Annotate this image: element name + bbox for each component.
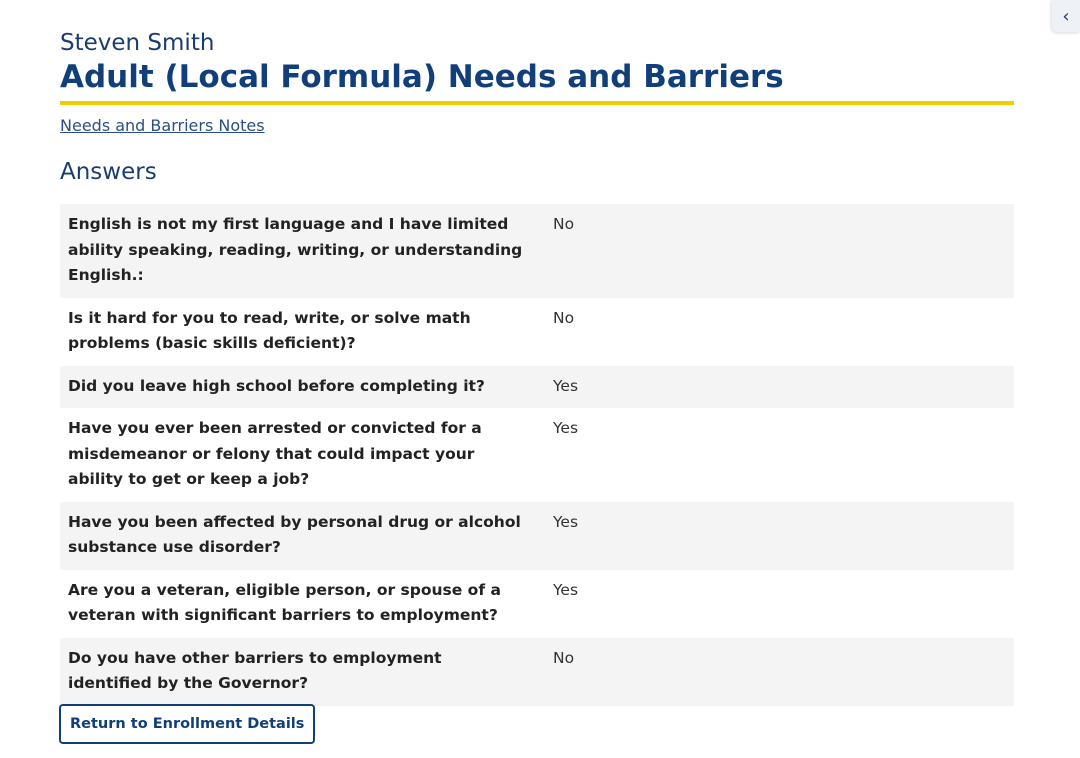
- person-name: Steven Smith: [60, 30, 215, 56]
- answer-value: No: [553, 308, 575, 327]
- return-to-enrollment-button[interactable]: Return to Enrollment Details: [59, 704, 316, 744]
- answer-row: Is it hard for you to read, write, or so…: [60, 297, 1014, 366]
- sidebar-toggle[interactable]: ‹: [1052, 0, 1080, 32]
- answer-row: Do you have other barriers to employment…: [60, 637, 1014, 706]
- chevron-left-icon: ‹: [1062, 5, 1070, 27]
- answer-row: English is not my first language and I h…: [60, 204, 1014, 298]
- question-label: Do you have other barriers to employment…: [68, 648, 442, 693]
- answer-row: Have you ever been arrested or convicted…: [60, 408, 1014, 502]
- question-label: Is it hard for you to read, write, or so…: [68, 308, 471, 353]
- question-label: English is not my first language and I h…: [68, 215, 523, 284]
- answer-value: Yes: [553, 580, 579, 599]
- answer-row: Have you been affected by personal drug …: [60, 501, 1014, 570]
- answer-value: No: [553, 215, 575, 233]
- question-label: Are you a veteran, eligible person, or s…: [68, 580, 501, 625]
- question-label: Have you been affected by personal drug …: [68, 512, 521, 557]
- page-title: Adult (Local Formula) Needs and Barriers: [60, 58, 1014, 105]
- page: ‹ Steven Smith Adult (Local Formula) Nee…: [0, 0, 1080, 758]
- question-label: Did you leave high school before complet…: [68, 376, 485, 395]
- needs-barriers-notes-link[interactable]: Needs and Barriers Notes: [60, 116, 265, 136]
- answer-value: Yes: [553, 419, 579, 437]
- answer-value: Yes: [553, 512, 579, 531]
- answers-heading: Answers: [60, 159, 157, 185]
- answer-row: Did you leave high school before complet…: [60, 365, 1014, 408]
- question-label: Have you ever been arrested or convicted…: [68, 419, 482, 488]
- answer-value: No: [553, 648, 575, 667]
- answer-value: Yes: [553, 376, 579, 395]
- main-content: Steven Smith Adult (Local Formula) Needs…: [60, 28, 1014, 706]
- answer-row: Are you a veteran, eligible person, or s…: [60, 569, 1014, 638]
- answers-table: English is not my first language and I h…: [60, 204, 1014, 706]
